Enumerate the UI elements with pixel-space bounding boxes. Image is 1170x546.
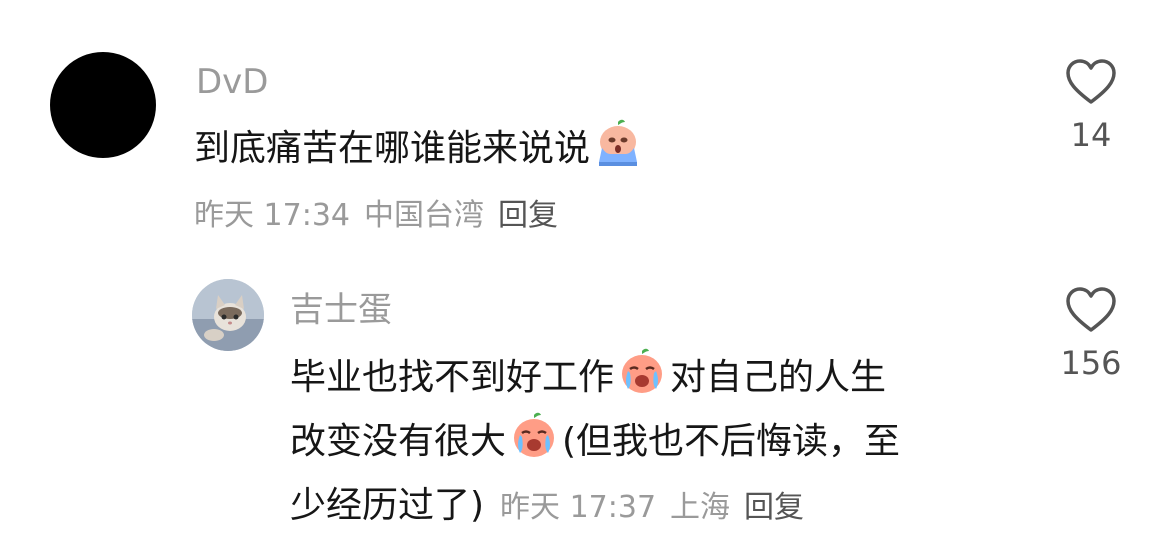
comment-meta: 昨天 17:34 中国台湾 回复	[194, 196, 572, 236]
comment-text-segment: 少经历过了)	[290, 485, 485, 526]
comment-text-segment: (但我也不后悔读，至	[562, 421, 901, 462]
comment-text-segment: 对自己的人生	[670, 357, 887, 398]
crying-face-icon	[514, 412, 555, 457]
comment-text-line: 毕业也找不到好工作 对自己的人生	[290, 346, 900, 410]
reply-button[interactable]: 回复	[744, 490, 804, 525]
comment-time: 昨天 17:34	[194, 198, 350, 233]
crying-face-icon	[599, 119, 638, 166]
comment-text-segment: 改变没有很大	[290, 421, 507, 462]
comment-text-content: 到底痛苦在哪谁能来说说	[194, 128, 591, 169]
heart-icon	[1066, 287, 1116, 332]
comment-text-line: 改变没有很大 (但我也不后悔读，至	[290, 410, 900, 474]
heart-icon	[1066, 59, 1116, 104]
comment-location: 上海	[670, 490, 731, 525]
like-button[interactable]: 14	[1046, 58, 1136, 154]
crying-face-icon	[622, 348, 663, 393]
like-count: 14	[1070, 116, 1112, 154]
reply-button[interactable]: 回复	[498, 198, 558, 233]
like-button[interactable]: 156	[1046, 286, 1136, 382]
comment-text: 到底痛苦在哪谁能来说说	[194, 118, 646, 177]
comment-text: 毕业也找不到好工作 对自己的人生 改变没有很大 (但我也不后悔读，至 少经历过了…	[290, 346, 900, 540]
comment-username[interactable]: 吉士蛋	[290, 290, 392, 330]
comment-meta: 昨天 17:37 上海 回复	[500, 490, 818, 525]
comment-time: 昨天 17:37	[500, 490, 657, 525]
avatar[interactable]	[192, 279, 264, 351]
comment-text-line: 少经历过了) 昨天 17:37 上海 回复	[290, 474, 900, 540]
comment-text-segment: 毕业也找不到好工作	[290, 357, 615, 398]
comment-username[interactable]: DvD	[196, 62, 268, 102]
like-count: 156	[1060, 344, 1122, 382]
comment-location: 中国台湾	[364, 198, 484, 233]
avatar[interactable]	[50, 52, 156, 158]
kitten-avatar-image	[192, 279, 264, 351]
